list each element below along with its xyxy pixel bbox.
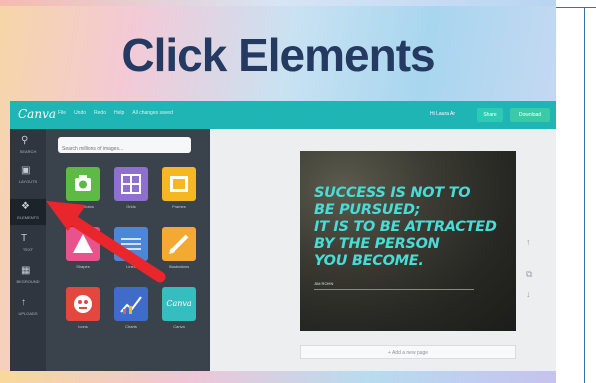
- quote-line: IT IS TO BE ATTRACTED: [314, 219, 497, 235]
- quote-text[interactable]: SUCCESS IS NOT TO BE PURSUED; IT IS TO B…: [314, 185, 514, 270]
- add-page-button[interactable]: + Add a new page: [300, 345, 516, 359]
- slide-frame: Click Elements Canva File Undo Redo Help…: [0, 0, 556, 383]
- quote-line: SUCCESS IS NOT TO: [314, 185, 471, 201]
- slide-title: Click Elements: [121, 29, 435, 81]
- share-button[interactable]: Share: [477, 108, 503, 122]
- divider-line: [314, 289, 474, 290]
- chevron-up-icon[interactable]: ↑: [526, 237, 531, 247]
- page-border-line: [584, 7, 585, 383]
- quote-line: YOU BECOME.: [314, 253, 424, 269]
- tile-label-icons: Icons: [78, 324, 88, 329]
- quote-author[interactable]: JIM ROHN: [314, 281, 333, 286]
- header-rule: [556, 7, 596, 8]
- quote-line: BY THE PERSON: [314, 236, 440, 252]
- tile-label-charts: Charts: [125, 324, 137, 329]
- copy-icon[interactable]: ⧉: [526, 269, 532, 280]
- design-page[interactable]: SUCCESS IS NOT TO BE PURSUED; IT IS TO B…: [300, 151, 516, 331]
- design-canvas-area: SUCCESS IS NOT TO BE PURSUED; IT IS TO B…: [210, 129, 556, 371]
- user-name[interactable]: Hi Laura Ar: [430, 111, 455, 117]
- download-button[interactable]: Download: [510, 108, 550, 122]
- red-arrow-annotation: [46, 201, 166, 283]
- tile-label-canva: Canva: [173, 324, 185, 329]
- chevron-down-icon[interactable]: ↓: [526, 289, 531, 299]
- slide-bottom-stripe: [0, 371, 556, 383]
- slide-top-stripe: [0, 0, 556, 6]
- sidebar-item-label: UPLOADS: [18, 311, 38, 316]
- canva-app-screenshot: Canva File Undo Redo Help All changes sa…: [10, 101, 556, 371]
- quote-line: BE PURSUED;: [314, 202, 421, 218]
